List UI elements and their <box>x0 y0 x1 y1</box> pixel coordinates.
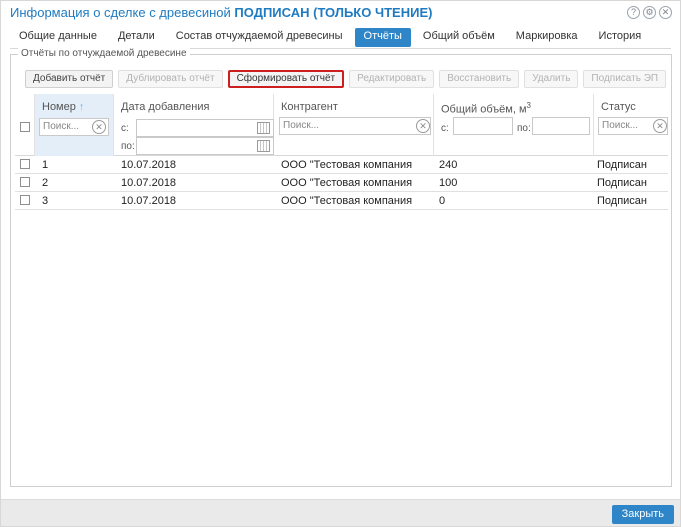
footer-bar: Закрыть <box>1 499 680 526</box>
tab-details[interactable]: Детали <box>109 28 164 47</box>
settings-icon[interactable]: ⚙ <box>643 6 656 19</box>
header-contractor[interactable]: Контрагент Поиск... ✕ <box>274 94 434 156</box>
duplicate-report-button[interactable]: Дублировать отчёт <box>118 70 223 88</box>
row-checkbox[interactable] <box>20 195 30 205</box>
row-date: 10.07.2018 <box>121 195 177 207</box>
row-contractor: ООО "Тестовая компания <box>281 177 413 189</box>
sign-button[interactable]: Подписать ЭП <box>583 70 667 88</box>
volume-from-label: с: <box>441 123 449 134</box>
header-status[interactable]: Статус Поиск... ✕ <box>594 94 668 156</box>
row-contractor: ООО "Тестовая компания <box>281 159 413 171</box>
date-to-label: по: <box>121 141 135 152</box>
deal-info-window: Информация о сделке с древесиной ПОДПИСА… <box>0 0 681 527</box>
cubic-superscript: 3 <box>526 101 531 110</box>
title-prefix: Информация о сделке с древесиной <box>10 5 231 20</box>
grid-header: Номер ↑ Поиск... ✕ Дата добавления с: по:… <box>15 94 668 156</box>
contractor-search-input[interactable]: Поиск... <box>279 117 431 135</box>
close-icon[interactable]: ✕ <box>659 6 672 19</box>
header-number-label: Номер ↑ <box>42 101 84 113</box>
reports-grid: Номер ↑ Поиск... ✕ Дата добавления с: по:… <box>15 94 668 210</box>
help-icon[interactable]: ? <box>627 6 640 19</box>
row-volume: 240 <box>439 159 458 171</box>
row-volume: 100 <box>439 177 458 189</box>
toolbar: Добавить отчёт Дублировать отчёт Сформир… <box>25 70 667 88</box>
calendar-icon[interactable] <box>257 122 270 134</box>
header-volume-text: Общий объём, м <box>441 103 527 116</box>
row-status: Подписан <box>597 195 647 207</box>
header-date-label: Дата добавления <box>121 101 210 113</box>
header-contractor-label: Контрагент <box>281 101 338 113</box>
row-checkbox[interactable] <box>20 177 30 187</box>
date-to-input[interactable] <box>136 137 274 155</box>
volume-to-input[interactable] <box>532 117 590 135</box>
tab-bar: Общие данные Детали Состав отчуждаемой д… <box>10 28 653 48</box>
row-checkbox[interactable] <box>20 159 30 169</box>
header-volume[interactable]: Общий объём, м3 с: по: <box>434 94 594 156</box>
tab-marking[interactable]: Маркировка <box>507 28 587 47</box>
row-number: 1 <box>42 159 49 171</box>
table-row[interactable]: 3 10.07.2018 ООО "Тестовая компания 0 По… <box>15 192 668 210</box>
date-from-input[interactable] <box>136 119 274 137</box>
volume-from-input[interactable] <box>453 117 513 135</box>
tab-general[interactable]: Общие данные <box>10 28 106 47</box>
volume-to-label: по: <box>517 123 531 134</box>
row-number: 2 <box>42 177 49 189</box>
header-status-label: Статус <box>601 101 636 113</box>
tab-history[interactable]: История <box>590 28 651 47</box>
row-date: 10.07.2018 <box>121 159 177 171</box>
header-date[interactable]: Дата добавления с: по: <box>114 94 274 156</box>
row-status: Подписан <box>597 159 647 171</box>
row-number: 3 <box>42 195 49 207</box>
row-status: Подписан <box>597 177 647 189</box>
clear-icon[interactable]: ✕ <box>653 119 667 133</box>
tab-total-volume[interactable]: Общий объём <box>414 28 504 47</box>
header-number-text: Номер <box>42 101 76 113</box>
restore-button[interactable]: Восстановить <box>439 70 520 88</box>
window-title: Информация о сделке с древесиной ПОДПИСА… <box>10 5 432 20</box>
row-contractor: ООО "Тестовая компания <box>281 195 413 207</box>
table-row[interactable]: 2 10.07.2018 ООО "Тестовая компания 100 … <box>15 174 668 192</box>
select-all-checkbox[interactable] <box>20 122 30 132</box>
row-volume: 0 <box>439 195 446 207</box>
window-controls: ? ⚙ ✕ <box>627 6 672 19</box>
header-number[interactable]: Номер ↑ Поиск... ✕ <box>35 94 114 156</box>
reports-group: Отчёты по отчуждаемой древесине Добавить… <box>10 48 672 487</box>
group-legend: Отчёты по отчуждаемой древесине <box>18 48 190 59</box>
row-date: 10.07.2018 <box>121 177 177 189</box>
table-row[interactable]: 1 10.07.2018 ООО "Тестовая компания 240 … <box>15 156 668 174</box>
title-bar: Информация о сделке с древесиной ПОДПИСА… <box>1 1 680 25</box>
tab-reports[interactable]: Отчёты <box>354 28 411 47</box>
header-select-cell <box>15 94 35 156</box>
clear-icon[interactable]: ✕ <box>416 119 430 133</box>
close-button[interactable]: Закрыть <box>611 505 674 524</box>
tab-wood-composition[interactable]: Состав отчуждаемой древесины <box>167 28 352 47</box>
sort-ascending-icon: ↑ <box>78 101 85 113</box>
header-volume-label: Общий объём, м3 <box>441 101 531 116</box>
add-report-button[interactable]: Добавить отчёт <box>25 70 114 88</box>
clear-icon[interactable]: ✕ <box>92 120 106 134</box>
delete-button[interactable]: Удалить <box>524 70 579 88</box>
date-from-label: с: <box>121 123 129 134</box>
generate-report-button[interactable]: Сформировать отчёт <box>227 70 345 88</box>
title-status: ПОДПИСАН <box>234 5 310 20</box>
title-mode: (ТОЛЬКО ЧТЕНИЕ) <box>313 5 433 20</box>
calendar-icon[interactable] <box>257 140 270 152</box>
edit-button[interactable]: Редактировать <box>349 70 435 88</box>
